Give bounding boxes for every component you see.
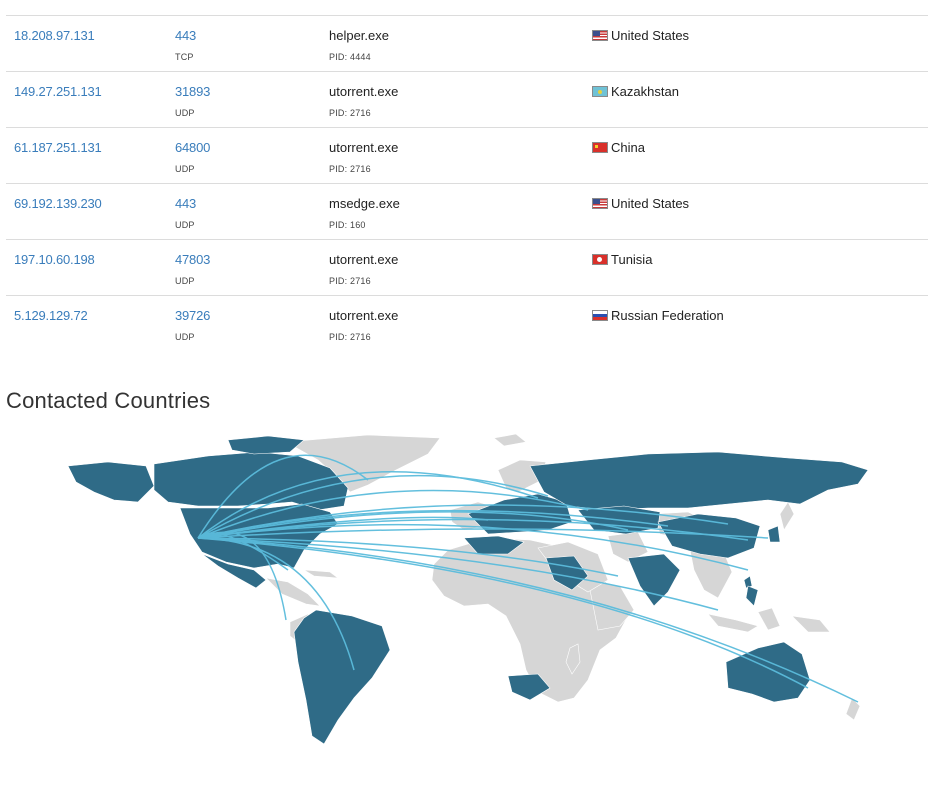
table-row: 69.192.139.230 443 UDP msedge.exe PID: 160 Un… bbox=[6, 183, 928, 239]
japan bbox=[779, 501, 795, 531]
protocol-label: UDP bbox=[175, 107, 195, 118]
protocol-label: UDP bbox=[175, 275, 195, 286]
protocol-label: UDP bbox=[175, 331, 195, 342]
port-cell: 443 TCP bbox=[175, 15, 329, 71]
port-link[interactable]: 39726 bbox=[175, 308, 210, 323]
port-cell: 39726 UDP bbox=[175, 295, 329, 351]
process-name: helper.exe bbox=[329, 27, 389, 43]
ip-cell: 69.192.139.230 bbox=[6, 183, 175, 239]
table-row: TCPPID: 4444 bbox=[6, 0, 928, 15]
australia bbox=[725, 641, 811, 703]
port-link[interactable]: 31893 bbox=[175, 84, 210, 99]
process-cell: msedge.exe PID: 160 bbox=[329, 183, 592, 239]
ip-link[interactable]: 197.10.60.198 bbox=[14, 252, 95, 267]
country-cell: Tunisia bbox=[592, 239, 928, 295]
indonesia-1 bbox=[707, 613, 759, 633]
process-name: msedge.exe bbox=[329, 195, 400, 211]
ip-cell: 18.208.97.131 bbox=[6, 15, 175, 71]
alaska bbox=[68, 461, 155, 503]
ip-cell: 61.187.251.131 bbox=[6, 127, 175, 183]
process-name: utorrent.exe bbox=[329, 83, 399, 99]
section-title: Contacted Countries bbox=[6, 388, 211, 413]
flag-us-icon bbox=[592, 197, 608, 209]
country-cell: United States bbox=[592, 15, 928, 71]
flag-kz-icon bbox=[592, 85, 608, 97]
flag-ru-icon bbox=[592, 309, 608, 321]
indonesia-2 bbox=[757, 607, 781, 631]
country-name: Tunisia bbox=[611, 251, 653, 267]
flag-us-icon bbox=[592, 29, 608, 41]
pid-label: PID: 2716 bbox=[329, 107, 371, 118]
ip-link[interactable]: 5.129.129.72 bbox=[14, 308, 88, 323]
table-row: 5.129.129.72 39726 UDP utorrent.exe PID: 271… bbox=[6, 295, 928, 351]
port-cell: 64800 UDP bbox=[175, 127, 329, 183]
country-cell: China bbox=[592, 127, 928, 183]
country-cell: United States bbox=[592, 183, 928, 239]
country-cell: Russian Federation bbox=[592, 295, 928, 351]
connections-table: TCPPID: 444418.208.97.131443TCPhelper.ex… bbox=[6, 0, 928, 351]
flag-cn-icon bbox=[592, 141, 608, 153]
process-cell: utorrent.exe PID: 2716 bbox=[329, 127, 592, 183]
port-cell: TCP bbox=[175, 0, 329, 15]
country-cell bbox=[592, 0, 928, 15]
new-guinea bbox=[791, 615, 831, 633]
process-name: utorrent.exe bbox=[329, 307, 399, 323]
country-name: China bbox=[611, 139, 645, 155]
pid-label: PID: 2716 bbox=[329, 163, 371, 174]
protocol-label: UDP bbox=[175, 219, 195, 230]
russia bbox=[529, 451, 869, 511]
protocol-label: TCP bbox=[175, 51, 194, 62]
pid-label: PID: 4444 bbox=[329, 51, 371, 62]
ip-link[interactable]: 149.27.251.131 bbox=[14, 84, 102, 99]
table-row: 18.208.97.131 443 TCP helper.exe PID: 4444 Un… bbox=[6, 15, 928, 71]
port-link[interactable]: 47803 bbox=[175, 252, 210, 267]
central-america bbox=[265, 577, 321, 607]
flag-tn-icon bbox=[592, 253, 608, 265]
pid-label: PID: 2716 bbox=[329, 331, 371, 342]
country-cell: Kazakhstan bbox=[592, 71, 928, 127]
process-cell: helper.exe PID: 4444 bbox=[329, 15, 592, 71]
table-row: 149.27.251.131 31893 UDP utorrent.exe PID: 2… bbox=[6, 71, 928, 127]
table-row: 197.10.60.198 47803 UDP utorrent.exe PID: 27… bbox=[6, 239, 928, 295]
ip-link[interactable]: 18.208.97.131 bbox=[14, 28, 95, 43]
port-cell: 31893 UDP bbox=[175, 71, 329, 127]
country-name: Kazakhstan bbox=[611, 83, 679, 99]
pid-label: PID: 160 bbox=[329, 219, 366, 230]
canada-islands bbox=[227, 435, 305, 455]
port-cell: 443 UDP bbox=[175, 183, 329, 239]
ip-cell bbox=[6, 0, 175, 15]
caribbean bbox=[303, 569, 340, 579]
port-cell: 47803 UDP bbox=[175, 239, 329, 295]
ip-cell: 5.129.129.72 bbox=[6, 295, 175, 351]
korea bbox=[767, 525, 781, 543]
ip-cell: 197.10.60.198 bbox=[6, 239, 175, 295]
svalbard bbox=[493, 433, 527, 447]
port-link[interactable]: 443 bbox=[175, 196, 196, 211]
process-cell: utorrent.exe PID: 2716 bbox=[329, 239, 592, 295]
protocol-label: UDP bbox=[175, 163, 195, 174]
port-link[interactable]: 443 bbox=[175, 28, 196, 43]
ip-cell: 149.27.251.131 bbox=[6, 71, 175, 127]
country-name: United States bbox=[611, 27, 690, 43]
world-map bbox=[68, 430, 870, 750]
ip-link[interactable]: 69.192.139.230 bbox=[14, 196, 102, 211]
process-name: utorrent.exe bbox=[329, 251, 399, 267]
philippines bbox=[745, 585, 759, 607]
ip-link[interactable]: 61.187.251.131 bbox=[14, 140, 102, 155]
south-america bbox=[293, 609, 391, 745]
process-cell: utorrent.exe PID: 2716 bbox=[329, 71, 592, 127]
port-link[interactable]: 64800 bbox=[175, 140, 210, 155]
process-name: utorrent.exe bbox=[329, 139, 399, 155]
country-name: Russian Federation bbox=[611, 307, 724, 323]
country-name: United States bbox=[611, 195, 690, 211]
pid-label: PID: 2716 bbox=[329, 275, 371, 286]
process-cell: PID: 4444 bbox=[329, 0, 592, 15]
process-cell: utorrent.exe PID: 2716 bbox=[329, 295, 592, 351]
table-row: 61.187.251.131 64800 UDP utorrent.exe PID: 2… bbox=[6, 127, 928, 183]
